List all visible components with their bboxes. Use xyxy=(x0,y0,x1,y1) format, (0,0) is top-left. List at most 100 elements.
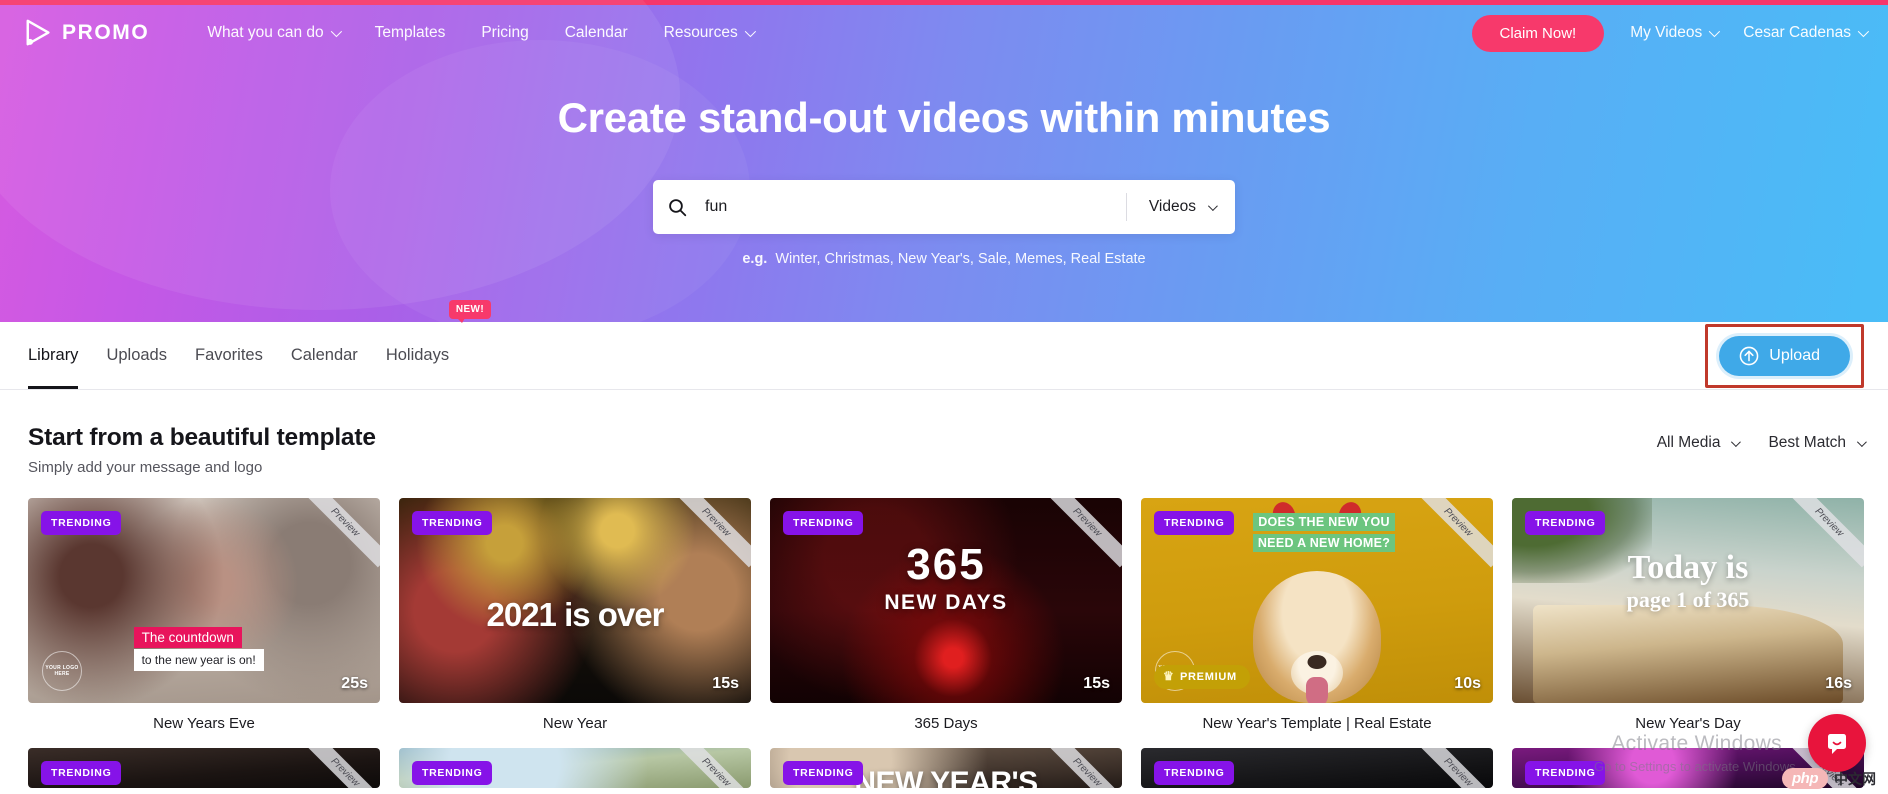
chat-smile-icon xyxy=(1828,734,1846,754)
status-badge: TRENDING xyxy=(41,761,122,785)
tab-holidays[interactable]: Holidays NEW! xyxy=(372,300,492,389)
upload-arrow-icon xyxy=(1739,346,1759,365)
duration-label: 15s xyxy=(1083,675,1110,692)
sort-filter-value: Best Match xyxy=(1768,434,1846,451)
upload-highlight-box: Upload xyxy=(1705,323,1864,388)
preview-ribbon-label: Preview xyxy=(1044,498,1122,568)
nav-item-templates[interactable]: Templates xyxy=(357,24,464,42)
tab-label: Uploads xyxy=(106,346,167,364)
template-grid-row-2: TRENDING Preview TRENDING Preview TRENDI… xyxy=(28,748,1864,788)
preview-ribbon: Preview xyxy=(1786,498,1864,576)
logo-placeholder-label: YOUR LOGO HERE xyxy=(45,664,79,677)
template-title: 365 Days xyxy=(914,715,978,732)
template-card[interactable]: TRENDING Preview xyxy=(1141,748,1493,788)
search-type-dropdown[interactable]: Videos xyxy=(1127,198,1235,216)
template-card[interactable]: TRENDING NEW YEAR'S Preview xyxy=(770,748,1122,788)
suggestions-list[interactable]: Winter, Christmas, New Year's, Sale, Mem… xyxy=(775,251,1145,267)
duration-label: 16s xyxy=(1825,675,1852,692)
preview-ribbon: Preview xyxy=(1415,748,1493,788)
template-thumbnail[interactable]: TRENDING Preview Today is page 1 of 365 … xyxy=(1512,498,1864,703)
template-card[interactable]: TRENDING Preview 2021 is over 15s New Ye… xyxy=(399,498,751,732)
library-tabs-bar: Library Uploads Favorites Calendar Holid… xyxy=(0,300,1888,390)
upload-button[interactable]: Upload xyxy=(1719,335,1850,376)
nav-item-label: What you can do xyxy=(207,24,324,41)
nav-item-calendar[interactable]: Calendar xyxy=(547,24,646,42)
chevron-down-icon xyxy=(1731,436,1742,447)
site-watermark: php 中文网 xyxy=(1782,768,1876,789)
my-videos-menu[interactable]: My Videos xyxy=(1604,24,1721,42)
tab-calendar[interactable]: Calendar xyxy=(277,322,372,389)
preview-ribbon: Preview xyxy=(302,498,380,576)
chevron-down-icon xyxy=(744,25,756,38)
template-card[interactable]: TRENDING Preview xyxy=(399,748,751,788)
search-input[interactable] xyxy=(701,198,1126,216)
tab-label: Favorites xyxy=(194,346,263,364)
template-card[interactable]: TRENDING Preview 365 NEW DAYS 15s 365 Da… xyxy=(770,498,1122,732)
decorative-tongue xyxy=(1306,677,1328,703)
preview-ribbon: Preview xyxy=(1044,498,1122,576)
tab-library[interactable]: Library xyxy=(28,322,92,389)
nav-item-what-you-can-do[interactable]: What you can do xyxy=(189,24,356,42)
template-thumbnail[interactable]: TRENDING Preview xyxy=(399,748,751,788)
thumbnail-caption: 2021 is over xyxy=(486,596,665,634)
preview-ribbon-label: Preview xyxy=(673,748,751,788)
account-label: Cesar Cadenas xyxy=(1743,24,1851,41)
template-thumbnail[interactable]: TRENDING Preview xyxy=(1141,748,1493,788)
status-badge: TRENDING xyxy=(783,511,864,535)
suggestions-label: e.g. xyxy=(742,251,768,267)
chevron-down-icon xyxy=(330,25,342,38)
claim-now-button[interactable]: Claim Now! xyxy=(1471,14,1605,52)
preview-ribbon-label: Preview xyxy=(302,498,380,568)
status-badge: TRENDING xyxy=(412,761,493,785)
account-menu[interactable]: Cesar Cadenas xyxy=(1717,24,1870,42)
nav-item-label: Pricing xyxy=(481,24,529,41)
hero-content: Create stand-out videos within minutes V… xyxy=(0,66,1888,267)
nav-links: What you can do Templates Pricing Calend… xyxy=(189,24,770,42)
search-suggestions: e.g. Winter, Christmas, New Year's, Sale… xyxy=(0,251,1888,267)
template-thumbnail[interactable]: TRENDING Preview DOES THE NEW YOU NEED A… xyxy=(1141,498,1493,703)
caption-line-1: DOES THE NEW YOU xyxy=(1253,513,1395,531)
section-header: Start from a beautiful template Simply a… xyxy=(28,424,1867,476)
duration-label: 10s xyxy=(1454,675,1481,692)
caption-line-2: NEED A NEW HOME? xyxy=(1252,534,1396,552)
tab-favorites[interactable]: Favorites xyxy=(181,322,277,389)
template-card[interactable]: TRENDING Preview DOES THE NEW YOU NEED A… xyxy=(1141,498,1493,732)
templates-section: Start from a beautiful template Simply a… xyxy=(0,390,1888,788)
preview-ribbon: Preview xyxy=(673,498,751,576)
hero-banner: PROMO What you can do Templates Pricing … xyxy=(0,0,1888,322)
logo-placeholder: YOUR LOGO HERE xyxy=(42,651,82,691)
sort-filter-dropdown[interactable]: Best Match xyxy=(1768,434,1867,452)
template-card[interactable]: TRENDING Preview Today is page 1 of 365 … xyxy=(1512,498,1864,732)
template-thumbnail[interactable]: TRENDING NEW YEAR'S Preview xyxy=(770,748,1122,788)
logo[interactable]: PROMO xyxy=(24,18,149,48)
search-type-value: Videos xyxy=(1148,198,1196,215)
tab-label: Library xyxy=(28,346,79,364)
template-thumbnail[interactable]: TRENDING Preview The countdown to the ne… xyxy=(28,498,380,703)
thumbnail-caption: The countdown to the new year is on! xyxy=(133,627,352,671)
search-row: Videos xyxy=(0,180,1888,234)
tab-uploads[interactable]: Uploads xyxy=(92,322,181,389)
watermark-text: 中文网 xyxy=(1834,770,1876,787)
nav-item-pricing[interactable]: Pricing xyxy=(463,24,546,42)
status-badge: TRENDING xyxy=(783,761,864,785)
template-card[interactable]: TRENDING Preview xyxy=(28,748,380,788)
status-badge: TRENDING xyxy=(1154,761,1235,785)
template-thumbnail[interactable]: TRENDING Preview 365 NEW DAYS 15s xyxy=(770,498,1122,703)
main-navigation: PROMO What you can do Templates Pricing … xyxy=(0,0,1888,66)
section-heading-group: Start from a beautiful template Simply a… xyxy=(28,424,376,476)
template-thumbnail[interactable]: TRENDING Preview xyxy=(28,748,380,788)
media-filter-dropdown[interactable]: All Media xyxy=(1657,434,1742,452)
duration-label: 25s xyxy=(341,675,368,692)
decorative-book xyxy=(1533,604,1843,703)
status-badge: TRENDING xyxy=(1525,511,1606,535)
search-icon xyxy=(653,198,701,217)
page-subtitle: Simply add your message and logo xyxy=(28,459,263,476)
chat-support-button[interactable] xyxy=(1808,714,1866,772)
nav-item-resources[interactable]: Resources xyxy=(646,24,771,42)
template-card[interactable]: TRENDING Preview The countdown to the ne… xyxy=(28,498,380,732)
template-thumbnail[interactable]: TRENDING Preview 2021 is over 15s xyxy=(399,498,751,703)
preview-ribbon-label: Preview xyxy=(1415,748,1493,788)
caption-line-1: The countdown xyxy=(133,627,242,648)
watermark-pill: php xyxy=(1782,768,1828,789)
duration-label: 15s xyxy=(712,675,739,692)
